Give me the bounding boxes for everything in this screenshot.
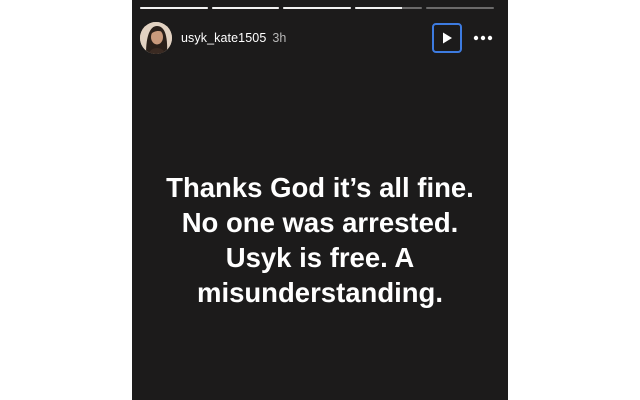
play-icon — [443, 32, 452, 44]
progress-segment — [140, 7, 208, 9]
progress-segment — [426, 7, 494, 9]
username[interactable]: usyk_kate1505 — [181, 31, 266, 45]
story-text: Thanks God it’s all fine. No one was arr… — [132, 170, 508, 310]
story-viewer: usyk_kate1505 3h Thanks God it’s all fin… — [132, 0, 508, 400]
avatar[interactable] — [140, 22, 172, 54]
post-time: 3h — [272, 31, 287, 45]
progress-segment — [211, 7, 280, 9]
story-header: usyk_kate1505 3h — [140, 21, 496, 55]
more-options-button[interactable] — [470, 25, 496, 51]
story-text-line: Thanks God it’s all fine. — [166, 172, 474, 203]
profile-photo-icon — [140, 22, 172, 54]
story-progress-bar — [140, 7, 494, 9]
story-text-line: No one was arrested. — [181, 207, 459, 238]
story-text-line: misunderstanding. — [197, 277, 443, 308]
more-dots-icon — [473, 35, 493, 41]
story-text-line: Usyk is free. A — [225, 242, 415, 273]
play-button[interactable] — [432, 23, 462, 53]
progress-segment — [283, 7, 351, 9]
progress-segment — [354, 7, 423, 9]
